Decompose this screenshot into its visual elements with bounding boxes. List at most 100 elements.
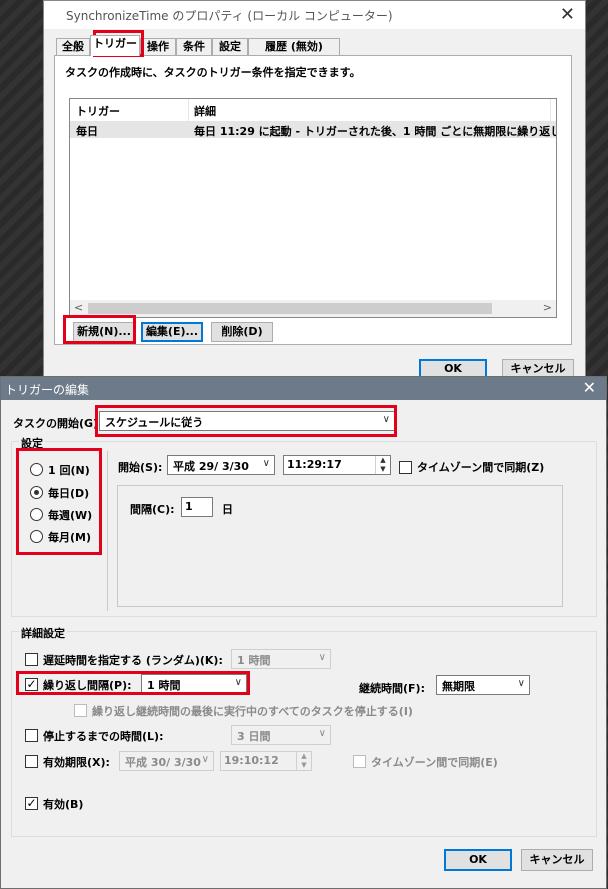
- start-date-picker[interactable]: 平成 29/ 3/30 ∨: [167, 455, 275, 475]
- radio-monthly[interactable]: [30, 530, 43, 543]
- repeat-checkbox[interactable]: ✓: [25, 678, 38, 691]
- column-separator: [550, 99, 551, 121]
- stop-after-checkbox[interactable]: [25, 729, 38, 742]
- spin-down-icon[interactable]: ▼: [376, 465, 390, 474]
- settings-group-label: 設定: [19, 435, 45, 451]
- chevron-down-icon: ∨: [318, 652, 326, 663]
- new-trigger-button[interactable]: 新規(N)...: [73, 322, 135, 342]
- delay-checkbox[interactable]: [25, 653, 38, 666]
- properties-title: SynchronizeTime のプロパティ (ローカル コンピューター): [66, 9, 393, 23]
- radio-weekly-label[interactable]: 毎週(W): [48, 507, 92, 523]
- delay-label[interactable]: 遅延時間を指定する (ランダム)(K):: [43, 652, 223, 668]
- spin-up-icon[interactable]: ▲: [376, 456, 390, 465]
- repeat-interval-select[interactable]: 1 時間 ∨: [141, 674, 247, 694]
- radio-daily-label[interactable]: 毎日(D): [48, 485, 89, 501]
- repeat-interval-value: 1 時間: [147, 679, 181, 692]
- edit-ok-button[interactable]: OK: [444, 849, 512, 871]
- column-separator: [188, 99, 189, 121]
- radio-daily[interactable]: [30, 486, 43, 499]
- task-properties-window: SynchronizeTime のプロパティ (ローカル コンピューター) ✕ …: [43, 0, 586, 379]
- stop-after-value: 3 日間: [237, 730, 271, 743]
- expire-label[interactable]: 有効期限(X):: [43, 754, 110, 770]
- chevron-down-icon: ∨: [262, 458, 270, 469]
- interval-unit: 日: [222, 503, 233, 516]
- row-trigger: 毎日: [76, 125, 98, 138]
- chevron-down-icon: ∨: [382, 414, 390, 425]
- column-detail[interactable]: 詳細: [194, 103, 216, 119]
- chevron-down-icon: ∨: [318, 728, 326, 739]
- delete-trigger-button[interactable]: 削除(D): [211, 322, 273, 342]
- interval-label: 間隔(C):: [130, 503, 175, 516]
- begin-task-select[interactable]: スケジュールに従う ∨: [99, 411, 395, 431]
- stop-after-select[interactable]: 3 日間 ∨: [231, 725, 331, 745]
- expire-time-value: 19:10:12: [224, 754, 279, 767]
- triggers-description: タスクの作成時に、タスクのトリガー条件を指定できます。: [65, 66, 361, 79]
- scroll-right-icon[interactable]: >: [543, 301, 552, 314]
- scroll-left-icon[interactable]: <: [74, 301, 83, 314]
- expire-date-value: 平成 30/ 3/30: [125, 756, 201, 769]
- spin-down-icon[interactable]: ▼: [297, 761, 311, 770]
- start-date-value: 平成 29/ 3/30: [173, 460, 249, 473]
- time-spin-buttons[interactable]: ▲ ▼: [375, 456, 390, 474]
- triggers-panel: タスクの作成時に、タスクのトリガー条件を指定できます。 トリガー 詳細 状 毎日…: [54, 55, 572, 345]
- row-status: 有: [556, 123, 557, 139]
- column-status[interactable]: 状: [556, 103, 557, 119]
- enabled-checkbox[interactable]: ✓: [25, 797, 38, 810]
- tab-settings[interactable]: 設定: [212, 38, 248, 55]
- edit-trigger-dialog: トリガーの編集 ✕ タスクの開始(G): スケジュールに従う ∨ 設定 1 回(…: [0, 376, 607, 889]
- close-icon[interactable]: ✕: [560, 4, 575, 25]
- tab-triggers[interactable]: トリガー: [90, 35, 140, 56]
- properties-titlebar: SynchronizeTime のプロパティ (ローカル コンピューター) ✕: [44, 1, 585, 29]
- chevron-down-icon: ∨: [234, 677, 242, 688]
- delay-select[interactable]: 1 時間 ∨: [231, 649, 331, 669]
- tab-conditions[interactable]: 条件: [176, 38, 212, 55]
- interval-value: 1: [185, 500, 193, 513]
- close-icon[interactable]: ✕: [583, 378, 596, 397]
- begin-task-label: タスクの開始(G):: [13, 417, 103, 430]
- interval-input[interactable]: 1: [181, 497, 213, 517]
- duration-select[interactable]: 無期限 ∨: [436, 675, 530, 695]
- duration-value: 無期限: [442, 680, 475, 693]
- chevron-down-icon: ∨: [201, 754, 209, 765]
- begin-task-value: スケジュールに従う: [105, 416, 204, 429]
- settings-divider: [107, 451, 108, 611]
- table-row[interactable]: 毎日 毎日 11:29 に起動 - トリガーされた後、1 時間 ごとに無期限に繰…: [70, 121, 556, 138]
- row-detail: 毎日 11:29 に起動 - トリガーされた後、1 時間 ごとに無期限に繰り返し…: [194, 125, 557, 138]
- expire-timezone-label[interactable]: タイムゾーン間で同期(E): [371, 754, 498, 770]
- spin-up-icon[interactable]: ▲: [297, 752, 311, 761]
- expire-timezone-checkbox[interactable]: [353, 755, 366, 768]
- trigger-list[interactable]: トリガー 詳細 状 毎日 毎日 11:29 に起動 - トリガーされた後、1 時…: [69, 98, 557, 318]
- chevron-down-icon: ∨: [517, 678, 525, 689]
- horizontal-scrollbar[interactable]: < >: [70, 300, 556, 317]
- edit-trigger-titlebar: トリガーの編集 ✕: [1, 377, 606, 400]
- scrollbar-thumb[interactable]: [88, 303, 492, 314]
- duration-label: 継続時間(F):: [359, 682, 425, 695]
- delay-value: 1 時間: [237, 654, 271, 667]
- stop-after-label[interactable]: 停止するまでの時間(L):: [43, 728, 163, 744]
- edit-cancel-button[interactable]: キャンセル: [521, 849, 593, 871]
- tab-general[interactable]: 全般: [56, 38, 90, 55]
- radio-once-label[interactable]: 1 回(N): [48, 462, 90, 478]
- time-spin-buttons[interactable]: ▲ ▼: [296, 752, 311, 770]
- timezone-sync-label[interactable]: タイムゾーン間で同期(Z): [417, 459, 544, 475]
- radio-once[interactable]: [30, 463, 43, 476]
- start-time-value: 11:29:17: [287, 458, 342, 471]
- stop-all-tasks-checkbox[interactable]: [74, 704, 87, 717]
- edit-trigger-button[interactable]: 編集(E)...: [141, 322, 203, 342]
- repeat-label[interactable]: 繰り返し間隔(P):: [43, 677, 132, 693]
- start-label: 開始(S):: [118, 461, 163, 474]
- tab-actions[interactable]: 操作: [140, 38, 176, 55]
- stop-all-tasks-label[interactable]: 繰り返し継続時間の最後に実行中のすべてのタスクを停止する(I): [92, 703, 413, 719]
- advanced-settings-label: 詳細設定: [19, 625, 67, 641]
- tab-history[interactable]: 履歴 (無効): [248, 38, 340, 55]
- enabled-label[interactable]: 有効(B): [43, 796, 83, 812]
- edit-trigger-title: トリガーの編集: [5, 383, 90, 397]
- timezone-sync-checkbox[interactable]: [399, 461, 412, 474]
- expire-time-spinner[interactable]: 19:10:12 ▲ ▼: [220, 751, 312, 771]
- radio-weekly[interactable]: [30, 508, 43, 521]
- start-time-spinner[interactable]: 11:29:17 ▲ ▼: [283, 455, 391, 475]
- expire-checkbox[interactable]: [25, 755, 38, 768]
- column-trigger[interactable]: トリガー: [76, 103, 120, 119]
- radio-monthly-label[interactable]: 毎月(M): [48, 529, 91, 545]
- expire-date-picker[interactable]: 平成 30/ 3/30 ∨: [119, 751, 214, 771]
